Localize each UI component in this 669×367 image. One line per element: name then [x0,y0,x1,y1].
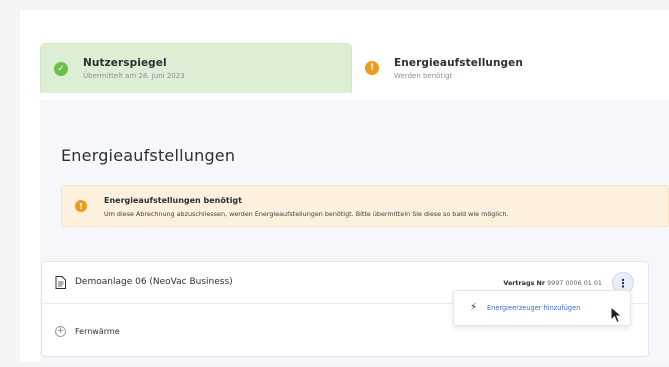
step-text: Nutzerspiegel Übermittelt am 28. Juni 20… [83,57,185,80]
step-title: Nutzerspiegel [83,57,167,69]
dropdown-menu: ⚡ Energieerzeuger hinzufügen [453,290,631,326]
document-icon [55,276,66,289]
warning-alert: ! Energieaufstellungen benötigt Um diese… [61,185,669,227]
step-text: Energieaufstellungen Werden benötigt [394,57,523,80]
progress-steps: ✓ Nutzerspiegel Übermittelt am 28. Juni … [40,43,669,93]
step-subtitle: Übermittelt am 28. Juni 2023 [83,72,185,80]
menu-item-label: Energieerzeuger hinzufügen [487,304,581,312]
card-title: Demoanlage 06 (NeoVac Business) [75,277,233,287]
mouse-cursor-icon [610,306,623,324]
alert-title: Energieaufstellungen benötigt [104,196,242,205]
step-energieaufstellungen[interactable]: ! Energieaufstellungen Werden benötigt [352,43,669,93]
contract-value: 9997 0006 01 01 [547,279,602,287]
plus-circle-icon[interactable]: + [55,326,66,337]
contract-label: Vertrags Nr [503,279,546,287]
step-subtitle: Werden benötigt [394,71,453,80]
more-vertical-icon: ⋮ [617,276,629,290]
alert-text: Um diese Abrechnung abzuschliessen, werd… [104,210,509,218]
bolt-icon: ⚡ [470,302,478,313]
check-icon: ✓ [54,61,68,76]
row-label: Fernwärme [75,327,120,336]
menu-item-add-energy-producer[interactable]: ⚡ Energieerzeuger hinzufügen [454,291,630,325]
page-title: Energieaufstellungen [61,146,236,165]
contract-number: Vertrags Nr 9997 0006 01 01 [503,279,602,287]
warning-icon: ! [365,61,379,75]
step-nutzerspiegel[interactable]: ✓ Nutzerspiegel Übermittelt am 28. Juni … [40,43,352,93]
step-title: Energieaufstellungen [394,56,523,69]
warning-icon: ! [75,200,87,212]
